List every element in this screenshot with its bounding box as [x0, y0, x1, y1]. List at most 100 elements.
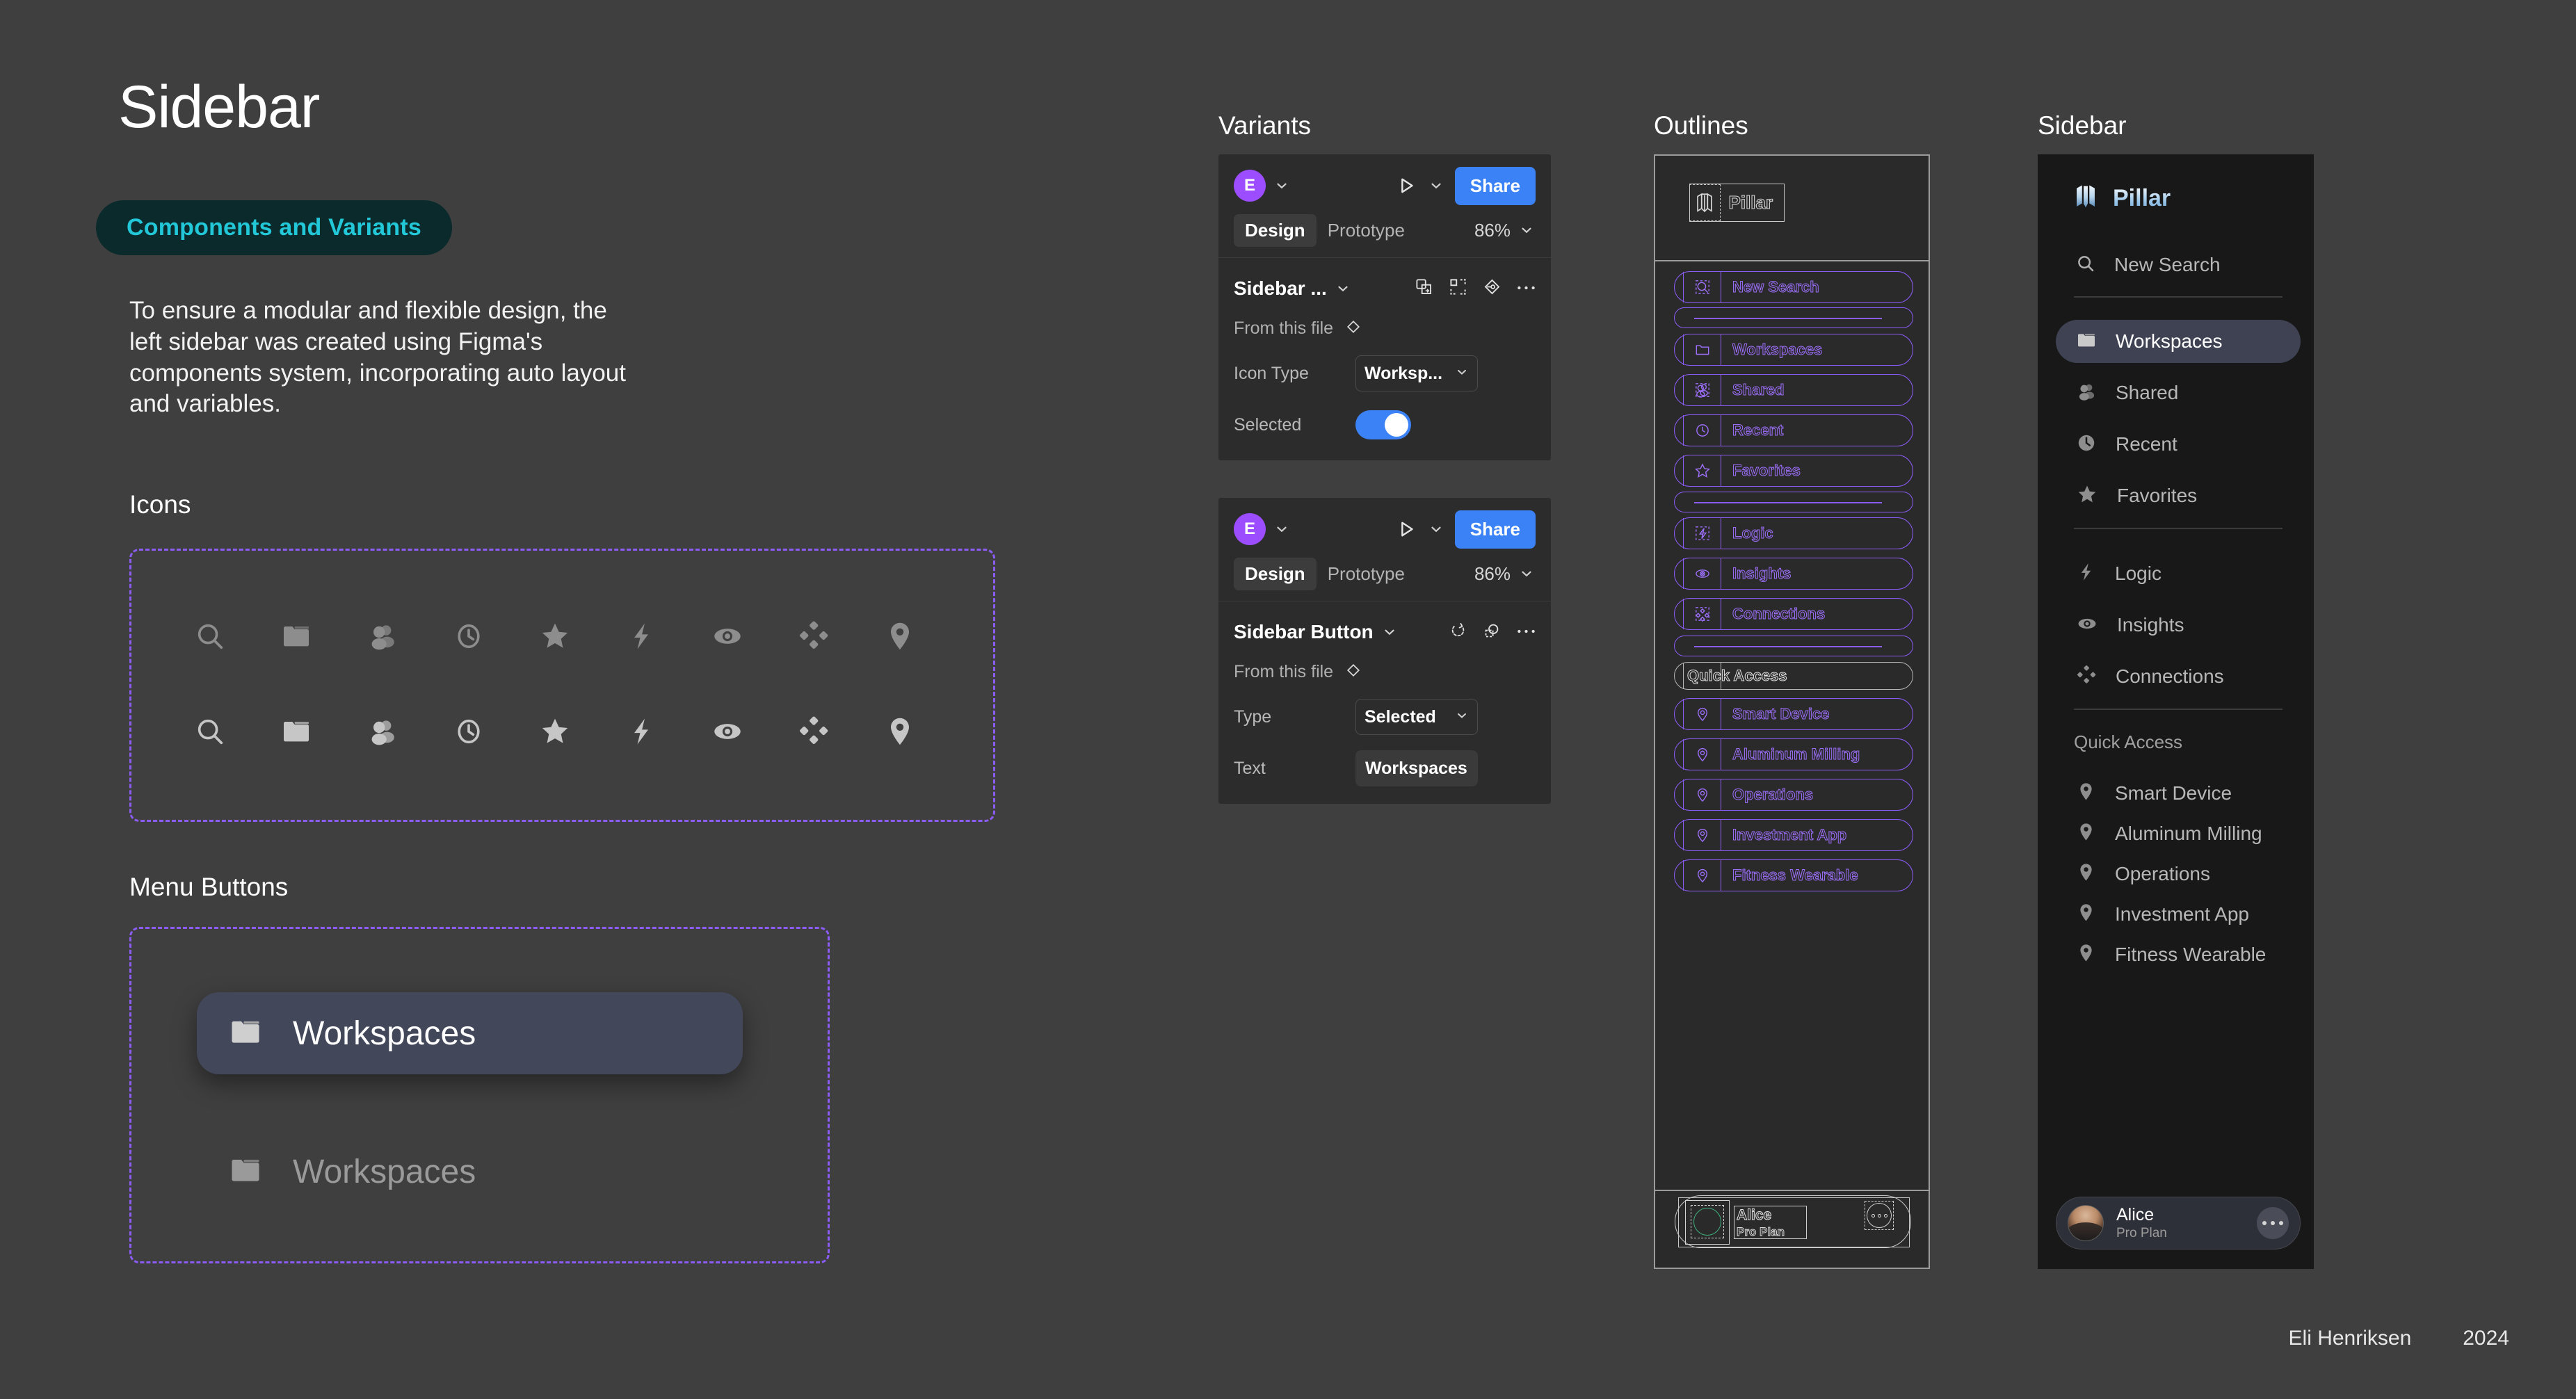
star-icon: [2075, 483, 2099, 510]
property-row-text: Text Workspaces: [1234, 750, 1536, 786]
connections-icon: [1683, 599, 1721, 629]
text-property-input[interactable]: Workspaces: [1355, 750, 1478, 786]
connections-icon: [2075, 664, 2098, 690]
user-name: Alice: [2116, 1205, 2155, 1225]
tab-design[interactable]: Design: [1234, 557, 1317, 590]
brand-logo[interactable]: Pillar: [2071, 182, 2171, 215]
sidebar-item-operations[interactable]: Operations: [2056, 852, 2301, 896]
tab-design[interactable]: Design: [1234, 213, 1317, 247]
property-label: Icon Type: [1234, 363, 1309, 383]
chevron-down-icon[interactable]: [1427, 520, 1445, 538]
chevron-down-icon[interactable]: [1380, 623, 1399, 641]
sidebar-item-aluminum-milling[interactable]: Aluminum Milling: [2056, 812, 2301, 855]
variant-card-sidebar-button: E Share Design Prototype 86% Sidebar But…: [1218, 498, 1551, 804]
variants-column-heading: Variants: [1218, 111, 1311, 140]
star-icon: [512, 707, 598, 756]
present-play-icon[interactable]: [1392, 515, 1420, 543]
detach-icon[interactable]: [1449, 277, 1467, 300]
select-value: Worksp...: [1365, 363, 1443, 383]
sidebar-item-label: Operations: [2115, 863, 2210, 884]
swap-icon[interactable]: [1483, 621, 1502, 643]
sidebar-item-label: Recent: [2116, 433, 2177, 455]
swap-instance-icon[interactable]: [1415, 277, 1433, 300]
sidebar-item-new-search[interactable]: New Search: [2056, 243, 2301, 286]
tab-prototype[interactable]: Prototype: [1317, 214, 1416, 247]
sidebar-item-connections[interactable]: Connections: [2056, 655, 2301, 698]
chevron-down-icon[interactable]: [1427, 177, 1445, 195]
outline-item-label: Shared: [1732, 381, 1785, 399]
menu-buttons-section-label: Menu Buttons: [129, 873, 289, 901]
sidebar-item-workspaces[interactable]: Workspaces: [2056, 320, 2301, 363]
pin-icon: [1683, 699, 1721, 729]
chevron-down-icon[interactable]: [1273, 177, 1291, 195]
diamond-icon: [1344, 661, 1362, 683]
chevron-down-icon[interactable]: [1273, 520, 1291, 538]
zoom-level[interactable]: 86%: [1474, 563, 1511, 585]
sidebar-item-logic[interactable]: Logic: [2056, 552, 2301, 595]
sidebar-item-smart-device[interactable]: Smart Device: [2056, 772, 2301, 815]
sidebar-item-label: Favorites: [2117, 485, 2198, 506]
sidebar-panel: Pillar New Search Workspaces Shared Rece…: [2038, 154, 2314, 1269]
more-icon[interactable]: [1517, 282, 1536, 295]
outline-item-operations: Operations: [1674, 779, 1913, 811]
avatar[interactable]: E: [1234, 513, 1266, 545]
pin-icon: [857, 612, 943, 661]
sidebar-item-label: Fitness Wearable: [2115, 944, 2267, 965]
outline-item-label: Smart Device: [1732, 705, 1830, 723]
tab-prototype[interactable]: Prototype: [1317, 558, 1416, 590]
share-button[interactable]: Share: [1454, 166, 1536, 205]
menu-button-selected[interactable]: Workspaces: [197, 992, 743, 1074]
sidebar-item-insights[interactable]: Insights: [2056, 604, 2301, 647]
sidebar-item-recent[interactable]: Recent: [2056, 423, 2301, 466]
sidebar-item-shared[interactable]: Shared: [2056, 371, 2301, 414]
component-name: Sidebar ...: [1234, 277, 1327, 299]
divider: [1655, 260, 1929, 261]
chevron-down-icon[interactable]: [1518, 565, 1536, 583]
icon-type-select[interactable]: Worksp...: [1355, 355, 1478, 391]
more-icon[interactable]: [2257, 1207, 2289, 1239]
share-button[interactable]: Share: [1454, 510, 1536, 549]
intro-paragraph: To ensure a modular and flexible design,…: [129, 297, 626, 418]
sidebar-item-label: Logic: [2115, 563, 2162, 584]
property-label: Selected: [1234, 414, 1302, 435]
sidebar-item-favorites[interactable]: Favorites: [2056, 474, 2301, 517]
menu-buttons-frame: [129, 927, 830, 1263]
outline-item-label: Recent: [1732, 421, 1784, 439]
outlines-panel: Pillar New Search Workspaces Shared Rece…: [1654, 154, 1930, 1269]
status-badge: Components and Variants: [96, 200, 453, 255]
sidebar-item-fitness-wearable[interactable]: Fitness Wearable: [2056, 933, 2301, 976]
zoom-level[interactable]: 86%: [1474, 220, 1511, 241]
chevron-down-icon[interactable]: [1518, 221, 1536, 239]
sidebar-user-card[interactable]: Alice Pro Plan: [2056, 1197, 2301, 1250]
variant-properties-body: Sidebar ... From this file Icon Type Wor…: [1218, 258, 1551, 460]
folder-icon: [1683, 334, 1721, 365]
outline-user-plan: Pro Plan: [1737, 1225, 1785, 1239]
chevron-down-icon[interactable]: [1334, 280, 1352, 298]
property-row-type: Type Selected: [1234, 699, 1536, 735]
chevron-down-icon: [1455, 707, 1469, 727]
sidebar-item-label: Shared: [2116, 382, 2179, 403]
avatar[interactable]: E: [1234, 170, 1266, 202]
more-icon[interactable]: [1517, 626, 1536, 638]
outlines-column-heading: Outlines: [1654, 111, 1748, 140]
type-select[interactable]: Selected: [1355, 699, 1478, 735]
outline-item-investment-app: Investment App: [1674, 819, 1913, 851]
property-row-icon-type: Icon Type Worksp...: [1234, 355, 1536, 391]
people-icon: [1683, 375, 1721, 405]
clock-icon: [426, 707, 512, 756]
sidebar-item-investment-app[interactable]: Investment App: [2056, 893, 2301, 936]
outline-item-recent: Recent: [1674, 414, 1913, 446]
present-play-icon[interactable]: [1392, 172, 1420, 200]
folder-icon: [253, 612, 339, 661]
outline-item-label: Favorites: [1732, 462, 1801, 480]
outline-brand-label: Pillar: [1728, 191, 1773, 213]
selected-toggle[interactable]: [1355, 410, 1411, 439]
menu-button-label: Workspaces: [293, 1153, 476, 1190]
component-icon[interactable]: [1483, 277, 1502, 300]
figma-toolbar: E Share Design Prototype 86%: [1218, 498, 1551, 601]
pin-icon: [857, 707, 943, 756]
search-icon: [167, 707, 253, 756]
select-value: Selected: [1365, 706, 1436, 727]
reset-icon[interactable]: [1449, 621, 1467, 643]
menu-button-default[interactable]: Workspaces: [197, 1131, 743, 1213]
